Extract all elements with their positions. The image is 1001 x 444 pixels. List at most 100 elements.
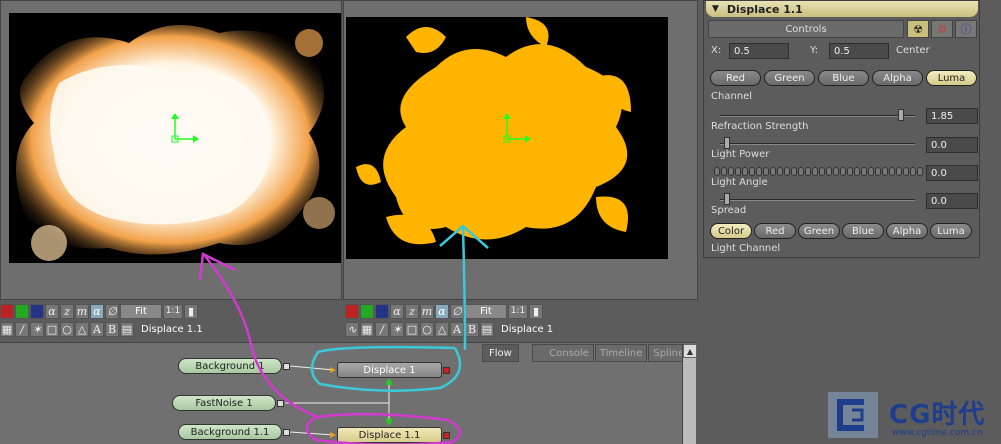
alpha-overlay-icon[interactable]: α: [90, 303, 104, 319]
refraction-strength-label: Refraction Strength: [711, 121, 809, 132]
alpha-display-icon[interactable]: α: [45, 303, 59, 319]
watermark-url: www.cgtime.com.cn: [892, 428, 983, 438]
z-display-icon[interactable]: z: [405, 303, 419, 319]
brush-icon[interactable]: /: [375, 321, 389, 337]
scale-slider-icon[interactable]: ▮: [184, 303, 198, 319]
node-output-port[interactable]: [443, 432, 450, 439]
text-b-icon[interactable]: B: [105, 321, 119, 337]
wand-icon[interactable]: ✶: [390, 321, 404, 337]
blue-channel-button[interactable]: [375, 303, 389, 319]
node-displace-1-1[interactable]: Displace 1.1: [337, 427, 442, 443]
node-displace-1[interactable]: Displace 1: [337, 362, 442, 378]
circle-icon[interactable]: ○: [60, 321, 74, 337]
viewer-right-canvas[interactable]: [346, 17, 668, 259]
m-display-icon[interactable]: m: [420, 303, 434, 319]
light-channel-color-button[interactable]: Color: [710, 223, 752, 239]
checker-icon[interactable]: ▦: [0, 321, 14, 337]
split-icon[interactable]: ▤: [120, 321, 134, 337]
text-a-icon[interactable]: A: [450, 321, 464, 337]
channel-alpha-button[interactable]: Alpha: [872, 70, 923, 86]
tab-console[interactable]: Console: [531, 344, 594, 362]
channel-green-button[interactable]: Green: [764, 70, 815, 86]
light-channel-blue-button[interactable]: Blue: [842, 223, 884, 239]
channel-luma-button[interactable]: Luma: [926, 70, 977, 86]
lut-icon[interactable]: ∅: [105, 303, 119, 319]
radioactive-icon[interactable]: ☢: [907, 20, 929, 38]
spread-slider[interactable]: [720, 193, 915, 205]
collapse-arrow-icon[interactable]: ▼: [712, 4, 719, 14]
center-y-label: Y:: [810, 45, 819, 56]
scale-one-to-one-button[interactable]: 1:1: [508, 303, 528, 319]
slider-knob[interactable]: [724, 137, 730, 149]
light-power-input[interactable]: 0.0: [926, 137, 978, 153]
z-display-icon[interactable]: z: [60, 303, 74, 319]
channel-red-button[interactable]: Red: [710, 70, 761, 86]
scale-one-to-one-button[interactable]: 1:1: [163, 303, 183, 319]
node-background-1[interactable]: Background 1: [178, 358, 282, 374]
viewer-left-toolbar-bottom: ▦ / ✶ □ ○ △ A B ▤ Displace 1.1: [0, 321, 203, 337]
wand-icon[interactable]: ✶: [30, 321, 44, 337]
green-channel-button[interactable]: [360, 303, 374, 319]
flow-scrollbar[interactable]: ▲: [682, 344, 697, 444]
light-channel-green-button[interactable]: Green: [798, 223, 840, 239]
light-channel-red-button[interactable]: Red: [754, 223, 796, 239]
channel-blue-button[interactable]: Blue: [818, 70, 869, 86]
node-output-port[interactable]: [283, 363, 290, 370]
node-background-1-1[interactable]: Background 1.1: [178, 424, 282, 440]
slider-knob[interactable]: [898, 109, 904, 121]
channel-label: Channel: [711, 91, 753, 102]
fit-button[interactable]: Fit: [465, 303, 507, 319]
node-fastnoise-1[interactable]: FastNoise 1: [172, 395, 276, 411]
light-angle-dial[interactable]: [714, 165, 924, 177]
node-output-port[interactable]: [283, 429, 290, 436]
m-display-icon[interactable]: m: [75, 303, 89, 319]
tab-timeline[interactable]: Timeline: [594, 344, 648, 362]
rectangle-icon[interactable]: □: [45, 321, 59, 337]
viewer-left-label: Displace 1.1: [141, 323, 203, 335]
polygon-icon[interactable]: △: [75, 321, 89, 337]
alpha-overlay-icon[interactable]: α: [435, 303, 449, 319]
center-x-label: X:: [711, 45, 722, 56]
fit-button[interactable]: Fit: [120, 303, 162, 319]
red-channel-button[interactable]: [0, 303, 14, 319]
scale-slider-icon[interactable]: ▮: [529, 303, 543, 319]
scroll-up-icon[interactable]: ▲: [683, 344, 697, 358]
text-a-icon[interactable]: A: [90, 321, 104, 337]
controls-tab[interactable]: Controls: [708, 20, 904, 38]
lut-icon[interactable]: ∅: [450, 303, 464, 319]
alpha-display-icon[interactable]: α: [390, 303, 404, 319]
blue-channel-button[interactable]: [30, 303, 44, 319]
center-crosshair-icon[interactable]: [501, 113, 531, 143]
refraction-strength-input[interactable]: 1.85: [926, 108, 978, 124]
light-channel-luma-button[interactable]: Luma: [930, 223, 972, 239]
node-output-port[interactable]: [443, 367, 450, 374]
wave-icon[interactable]: ∿: [345, 321, 359, 337]
spread-input[interactable]: 0.0: [926, 193, 978, 209]
refraction-strength-slider[interactable]: [720, 109, 915, 121]
light-power-slider[interactable]: [720, 137, 915, 149]
center-y-input[interactable]: 0.5: [829, 43, 889, 59]
node-output-port[interactable]: [277, 400, 284, 407]
center-crosshair-icon[interactable]: [169, 113, 199, 143]
red-channel-button[interactable]: [345, 303, 359, 319]
viewer-left-toolbar-top: α z m α ∅ Fit 1:1 ▮: [0, 303, 198, 319]
viewer-left-canvas[interactable]: [9, 13, 341, 263]
light-angle-input[interactable]: 0.0: [926, 165, 978, 181]
circle-icon[interactable]: ○: [420, 321, 434, 337]
tool-header[interactable]: ▼ Displace 1.1: [706, 1, 978, 17]
polygon-icon[interactable]: △: [435, 321, 449, 337]
light-angle-label: Light Angle: [711, 177, 768, 188]
split-icon[interactable]: ▤: [480, 321, 494, 337]
gear-icon[interactable]: ⚙: [931, 20, 953, 38]
green-channel-button[interactable]: [15, 303, 29, 319]
tab-flow[interactable]: Flow: [482, 344, 519, 362]
light-channel-alpha-button[interactable]: Alpha: [886, 223, 928, 239]
light-channel-button-row: Color Red Green Blue Alpha Luma: [710, 223, 972, 239]
checker-icon[interactable]: ▦: [360, 321, 374, 337]
brush-icon[interactable]: /: [15, 321, 29, 337]
info-icon[interactable]: ⓘ: [955, 20, 977, 38]
rectangle-icon[interactable]: □: [405, 321, 419, 337]
center-x-input[interactable]: 0.5: [729, 43, 789, 59]
slider-knob[interactable]: [724, 193, 730, 205]
text-b-icon[interactable]: B: [465, 321, 479, 337]
